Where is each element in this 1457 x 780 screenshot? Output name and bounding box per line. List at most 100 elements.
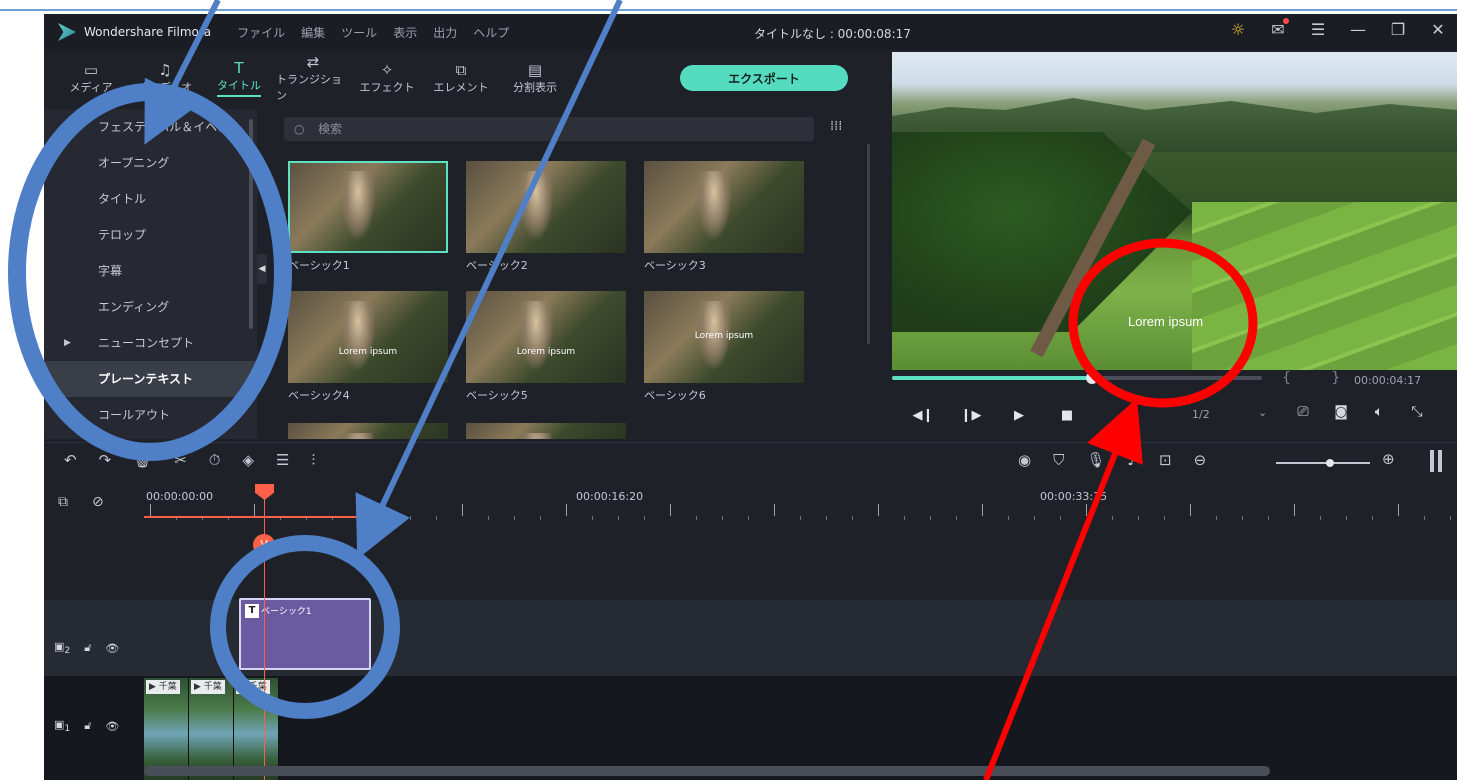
ruler-tick <box>1008 516 1009 520</box>
search-input[interactable]: ○ 検索 <box>284 117 814 141</box>
playhead-line[interactable] <box>264 484 265 780</box>
monitor-icon[interactable]: ⎚ <box>1294 404 1312 420</box>
ruler-tick <box>488 516 489 520</box>
preset-thumbnail[interactable] <box>644 161 804 253</box>
preset-label: ベーシック6 <box>644 389 706 402</box>
ruler-tick <box>748 516 749 520</box>
pause-icon[interactable] <box>1430 450 1442 472</box>
preset-thumbnail[interactable] <box>466 161 626 253</box>
preset-thumbnail[interactable] <box>288 423 448 439</box>
category-plain-text[interactable]: プレーンテキスト <box>44 361 257 397</box>
minimize-icon[interactable]: — <box>1349 20 1367 39</box>
fullscreen-icon[interactable]: ⤡ <box>1408 404 1426 420</box>
menu-export[interactable]: 出力 <box>433 24 457 41</box>
speed-timer-icon[interactable]: ⏱︎ <box>209 451 221 469</box>
mail-icon[interactable]: ✉ <box>1269 18 1289 39</box>
video-preview[interactable]: Lorem ipsum <box>892 52 1457 370</box>
eye-icon[interactable]: 👁︎ <box>105 642 119 655</box>
preset-thumbnail[interactable] <box>466 423 626 439</box>
lock-icon[interactable]: 🔓︎ <box>84 719 91 733</box>
video-clip-group[interactable]: ▶ 千葉 ▶ 千葉 ▶ 千葉 <box>144 678 279 780</box>
category-scrollbar[interactable] <box>249 119 253 329</box>
expand-triangle-icon[interactable]: ▶ <box>64 325 71 361</box>
tab-effects[interactable]: ✧ エフェクト <box>350 52 424 104</box>
category-telop[interactable]: テロップ <box>44 217 257 253</box>
snapshot-camera-icon[interactable]: ◙ <box>1332 404 1350 420</box>
render-preview-icon[interactable]: ◉ <box>1018 451 1031 469</box>
tab-audio[interactable]: ♫ オーディオ <box>128 52 202 104</box>
lock-icon[interactable]: 🔓︎ <box>84 641 91 655</box>
playback-ratio[interactable]: 1/2 <box>1192 408 1210 421</box>
menu-file[interactable]: ファイル <box>237 24 285 41</box>
delete-icon[interactable]: 🗑︎ <box>133 451 152 469</box>
category-opening[interactable]: オープニング <box>44 145 257 181</box>
preset-thumbnail[interactable]: Lorem ipsum <box>466 291 626 383</box>
title-clip[interactable]: T ベーシック1 <box>239 598 371 670</box>
keyframe-icon[interactable]: ◈ <box>242 451 254 469</box>
undo-icon[interactable]: ↶ <box>64 451 77 469</box>
preset-thumbnail[interactable] <box>288 161 448 253</box>
microphone-icon[interactable]: 🎙︎ <box>1086 451 1105 469</box>
fit-timeline-icon[interactable]: ⊡ <box>1159 451 1172 469</box>
tab-transitions[interactable]: ⇄ トランジション <box>276 52 350 104</box>
preset-thumbnail[interactable]: Lorem ipsum <box>644 291 804 383</box>
menu-tools[interactable]: ツール <box>341 24 377 41</box>
play-icon[interactable]: ▶ <box>1002 408 1036 423</box>
zoom-in-icon[interactable]: ⊕ <box>1382 450 1395 468</box>
category-callout[interactable]: コールアウト <box>44 397 257 433</box>
video-clip[interactable]: ▶ 千葉 <box>189 678 234 780</box>
preset-thumbnail[interactable]: Lorem ipsum <box>288 291 448 383</box>
category-titles[interactable]: タイトル <box>44 181 257 217</box>
window-title: タイトルなし : 00:00:08:17 <box>754 27 911 41</box>
timeline-horizontal-scrollbar[interactable] <box>144 766 1270 776</box>
restore-icon[interactable]: ❐ <box>1389 20 1407 39</box>
category-ending[interactable]: エンディング <box>44 289 257 325</box>
zoom-slider-track[interactable] <box>1276 462 1370 464</box>
add-track-icon[interactable]: ⧉ <box>58 494 68 510</box>
export-button[interactable]: エクスポート <box>680 65 848 91</box>
video-clip[interactable]: ▶ 千葉 <box>234 678 279 780</box>
tab-media[interactable]: ▭ メディア <box>54 52 128 104</box>
tab-elements[interactable]: ⧉ エレメント <box>424 52 498 104</box>
preview-title-text[interactable]: Lorem ipsum <box>1128 314 1203 329</box>
grid-view-icon[interactable]: ⁞⁞⁞ <box>830 119 842 134</box>
audio-wave-icon[interactable]: ⫶ <box>311 451 315 469</box>
work-area-line <box>144 516 374 518</box>
volume-icon[interactable]: 🔈︎ <box>1370 404 1388 420</box>
menu-list-icon[interactable]: ☰ <box>1309 20 1327 39</box>
category-festival[interactable]: フェスティバル＆イベン <box>44 109 257 145</box>
preset-overlay-text: Lorem ipsum <box>694 331 754 341</box>
redo-icon[interactable]: ↷ <box>99 451 112 469</box>
close-icon[interactable]: ✕ <box>1429 20 1447 39</box>
ruler-tick <box>644 516 645 520</box>
playhead-marker[interactable]: V <box>253 534 275 556</box>
preview-progress-knob[interactable] <box>1085 372 1098 384</box>
lightbulb-icon[interactable]: ☼ <box>1229 20 1247 39</box>
audio-mixer-icon[interactable]: ♪ <box>1127 451 1137 469</box>
chevron-down-icon[interactable]: ⌄ <box>1258 406 1267 419</box>
cut-icon[interactable]: ✂ <box>174 451 187 469</box>
zoom-out-icon[interactable]: ⊖ <box>1194 451 1207 469</box>
tab-titles[interactable]: T タイトル <box>202 52 276 104</box>
eye-icon[interactable]: 👁︎ <box>105 720 119 733</box>
link-icon[interactable]: ⊘ <box>92 494 104 510</box>
marker-icon[interactable]: ⛉ <box>1053 451 1064 469</box>
stop-icon[interactable]: ■ <box>1050 408 1084 423</box>
mark-in-out-braces[interactable]: { } <box>1282 370 1358 386</box>
tab-split-screen[interactable]: ▤ 分割表示 <box>498 52 572 104</box>
adjust-sliders-icon[interactable]: ☰ <box>276 451 289 469</box>
menu-edit[interactable]: 編集 <box>301 24 325 41</box>
next-frame-icon[interactable]: ❙▶ <box>954 408 988 423</box>
menu-help[interactable]: ヘルプ <box>473 24 509 41</box>
track-tools: ⧉ ⊘ <box>58 494 104 510</box>
grid-scrollbar[interactable] <box>867 144 870 344</box>
category-subtitles[interactable]: 字幕 <box>44 253 257 289</box>
category-new-concept[interactable]: ▶ ニューコンセプト <box>44 325 257 361</box>
track-video-icon: ▣2 <box>54 640 71 657</box>
ruler-tick <box>1216 516 1217 520</box>
zoom-slider-knob[interactable] <box>1326 459 1334 467</box>
video-clip[interactable]: ▶ 千葉 <box>144 678 189 780</box>
menu-view[interactable]: 表示 <box>393 24 417 41</box>
collapse-panel-icon[interactable]: ◀ <box>257 254 267 284</box>
prev-frame-icon[interactable]: ◀❙ <box>906 408 940 423</box>
